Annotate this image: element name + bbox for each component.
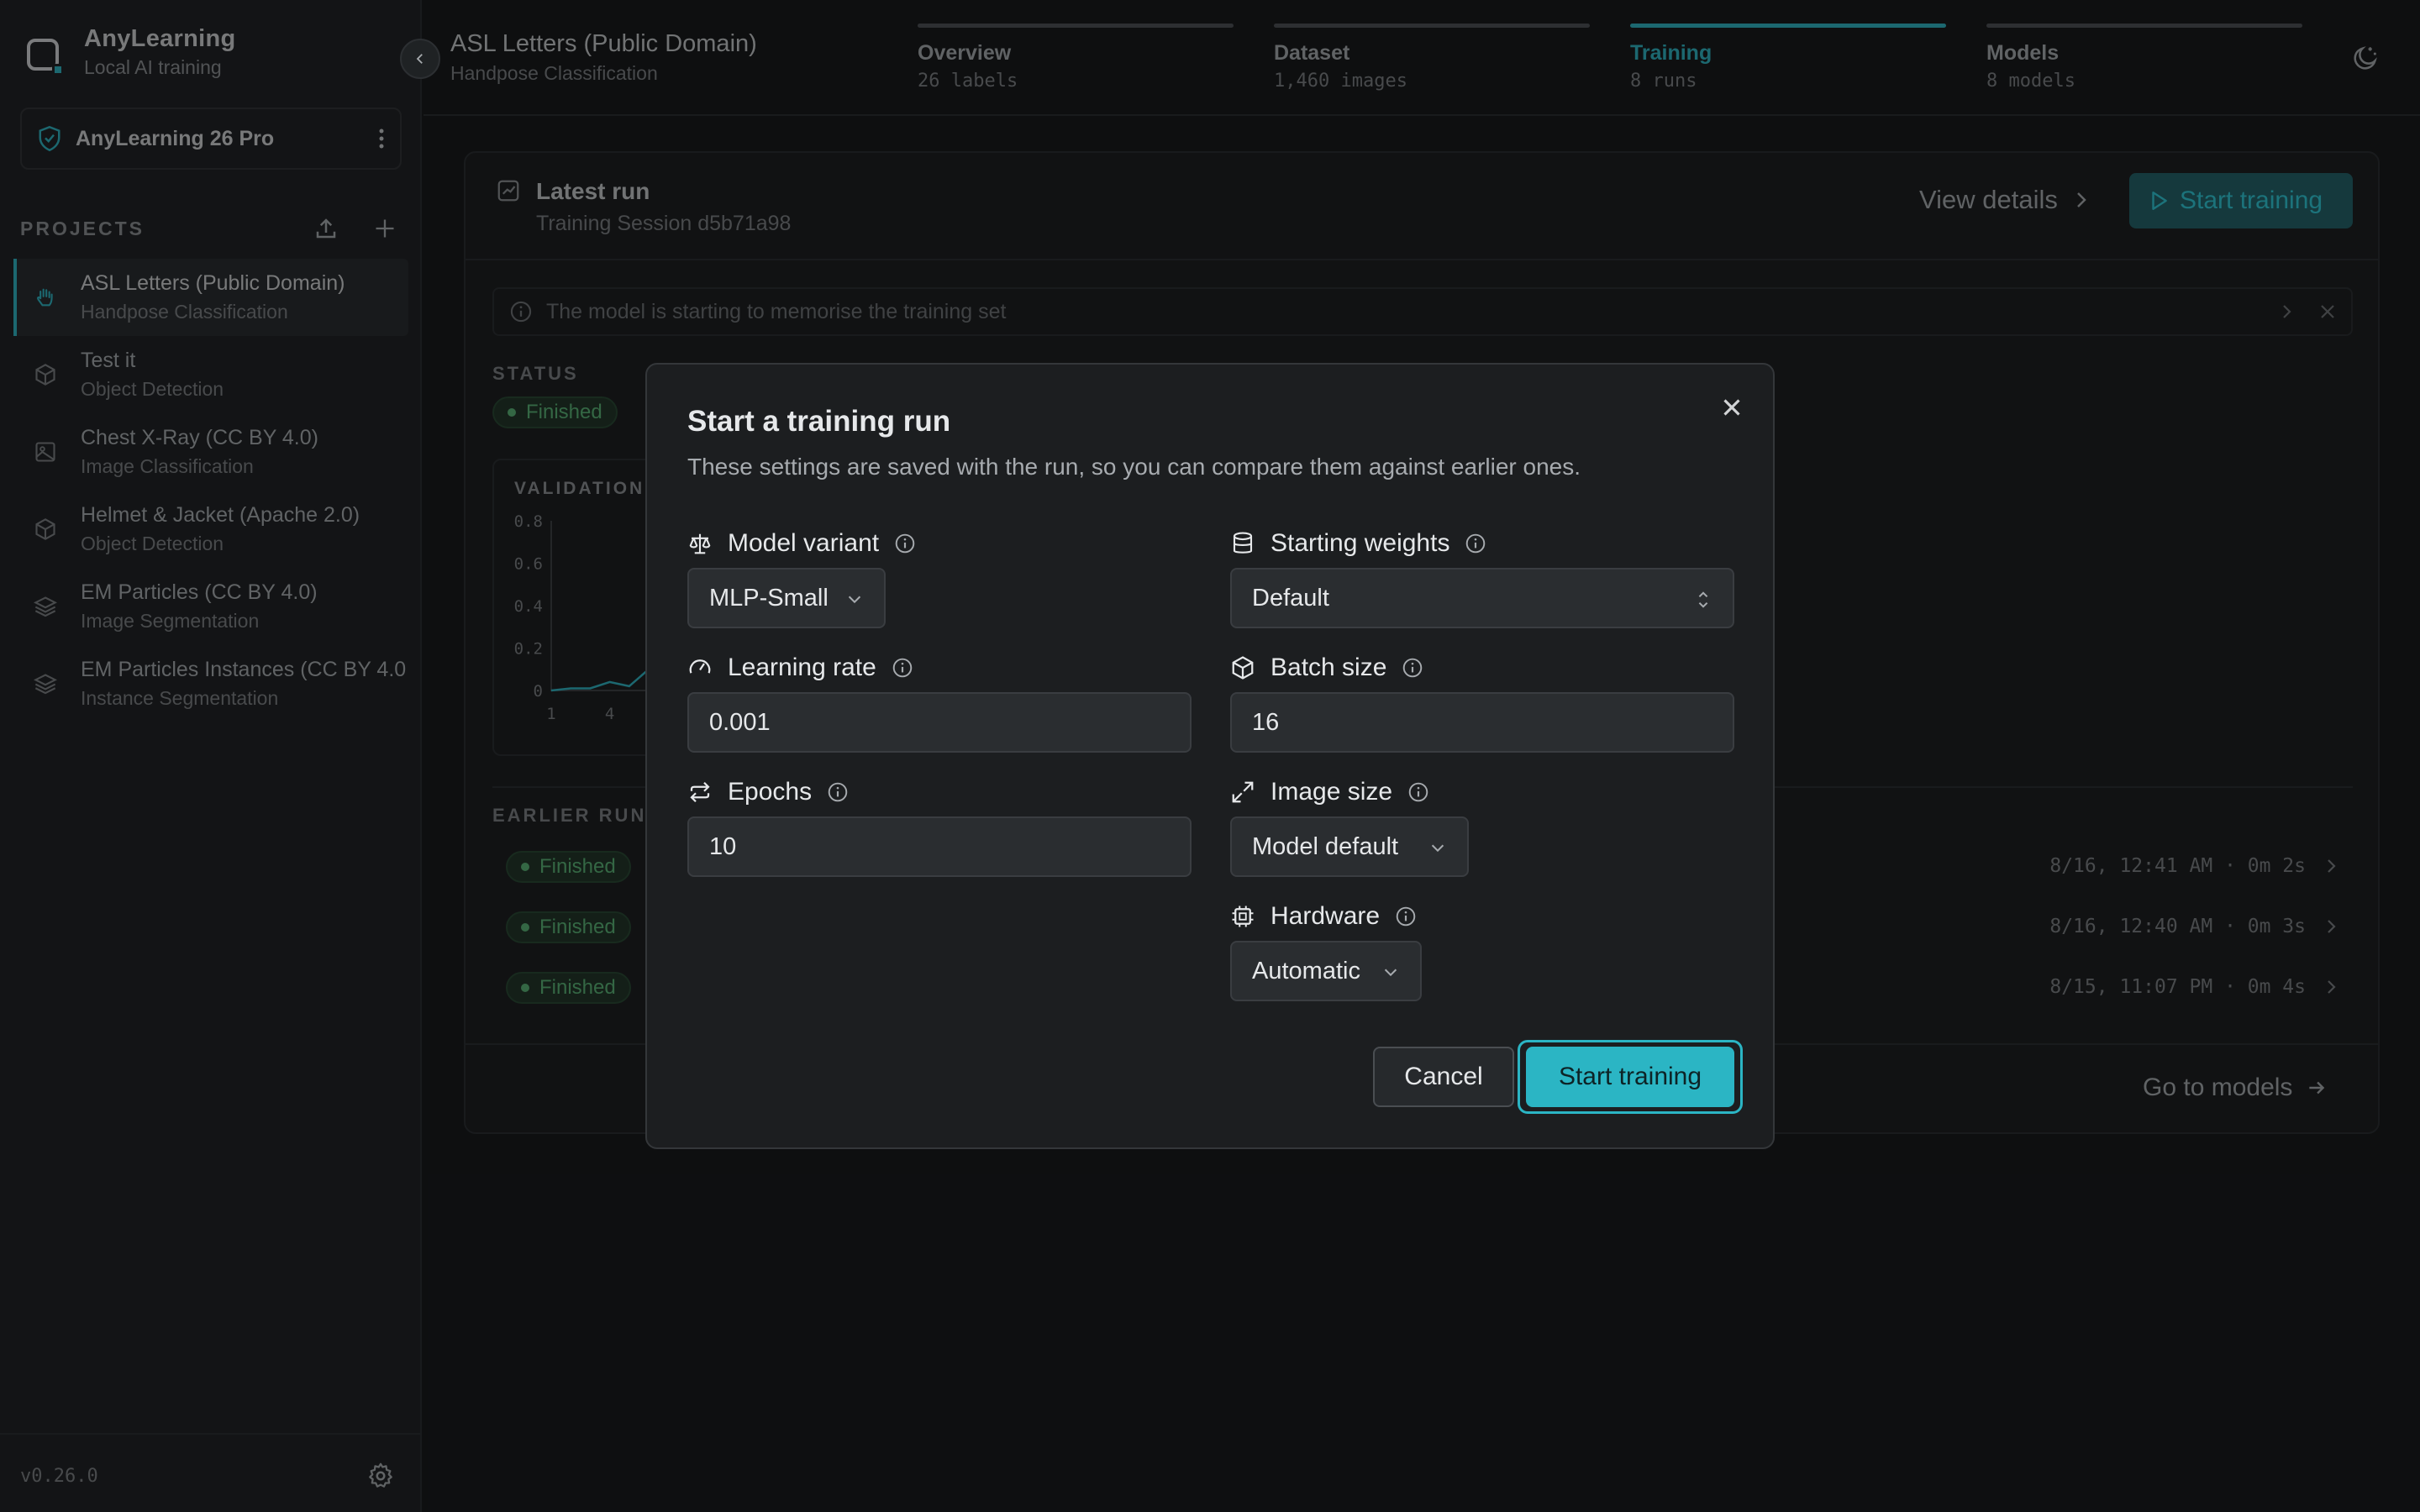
chevron-left-icon — [413, 51, 428, 66]
chevron-up-down-icon — [1694, 590, 1712, 610]
info-icon[interactable] — [1465, 533, 1486, 554]
hardware-select[interactable]: Automatic — [1230, 941, 1422, 1001]
start-training-dialog: Start a training run These settings are … — [645, 363, 1775, 1149]
info-icon[interactable] — [1407, 781, 1429, 803]
repeat-icon — [687, 780, 713, 805]
info-icon[interactable] — [892, 657, 913, 679]
field-label-text: Starting weights — [1270, 529, 1450, 557]
select-value: Model default — [1252, 832, 1399, 860]
collapse-sidebar-button[interactable] — [400, 39, 440, 79]
batch-size-input[interactable]: 16 — [1230, 692, 1734, 753]
input-value: 16 — [1252, 708, 1280, 736]
image-size-label: Image size — [1230, 778, 1429, 806]
database-icon — [1230, 531, 1255, 556]
cancel-button[interactable]: Cancel — [1373, 1047, 1514, 1107]
model-variant-select[interactable]: MLP-Small — [687, 568, 886, 628]
field-label-text: Image size — [1270, 778, 1393, 806]
info-icon[interactable] — [894, 533, 916, 554]
info-icon[interactable] — [1402, 657, 1423, 679]
hardware-label: Hardware — [1230, 902, 1417, 931]
info-icon[interactable] — [827, 781, 849, 803]
scale-icon — [687, 531, 713, 556]
field-label-text: Batch size — [1270, 654, 1387, 681]
start-training-submit-button[interactable]: Start training — [1526, 1047, 1734, 1107]
dialog-description: These settings are saved with the run, s… — [687, 454, 1581, 480]
field-label-text: Epochs — [728, 778, 813, 806]
input-value: 0.001 — [709, 708, 771, 736]
chevron-down-icon — [845, 590, 864, 608]
select-value: MLP-Small — [709, 584, 829, 612]
learning-rate-input[interactable]: 0.001 — [687, 692, 1192, 753]
expand-icon — [1230, 780, 1255, 805]
starting-weights-select[interactable]: Default — [1230, 568, 1734, 628]
model-variant-label: Model variant — [687, 529, 916, 558]
select-value: Automatic — [1252, 957, 1360, 984]
field-label-text: Hardware — [1270, 902, 1381, 930]
image-size-select[interactable]: Model default — [1230, 816, 1469, 877]
info-icon[interactable] — [1395, 906, 1417, 927]
epochs-label: Epochs — [687, 778, 849, 806]
cpu-icon — [1230, 904, 1255, 929]
input-value: 10 — [709, 832, 737, 860]
close-icon[interactable] — [1718, 393, 1746, 422]
select-value: Default — [1252, 584, 1329, 612]
field-label-text: Learning rate — [728, 654, 876, 681]
field-label-text: Model variant — [728, 529, 880, 557]
gauge-icon — [687, 655, 713, 680]
box-icon — [1230, 655, 1255, 680]
dialog-title: Start a training run — [687, 405, 951, 438]
chevron-down-icon — [1381, 963, 1400, 981]
epochs-input[interactable]: 10 — [687, 816, 1192, 877]
batch-size-label: Batch size — [1230, 654, 1423, 682]
starting-weights-label: Starting weights — [1230, 529, 1486, 558]
learning-rate-label: Learning rate — [687, 654, 913, 682]
chevron-down-icon — [1428, 838, 1447, 857]
